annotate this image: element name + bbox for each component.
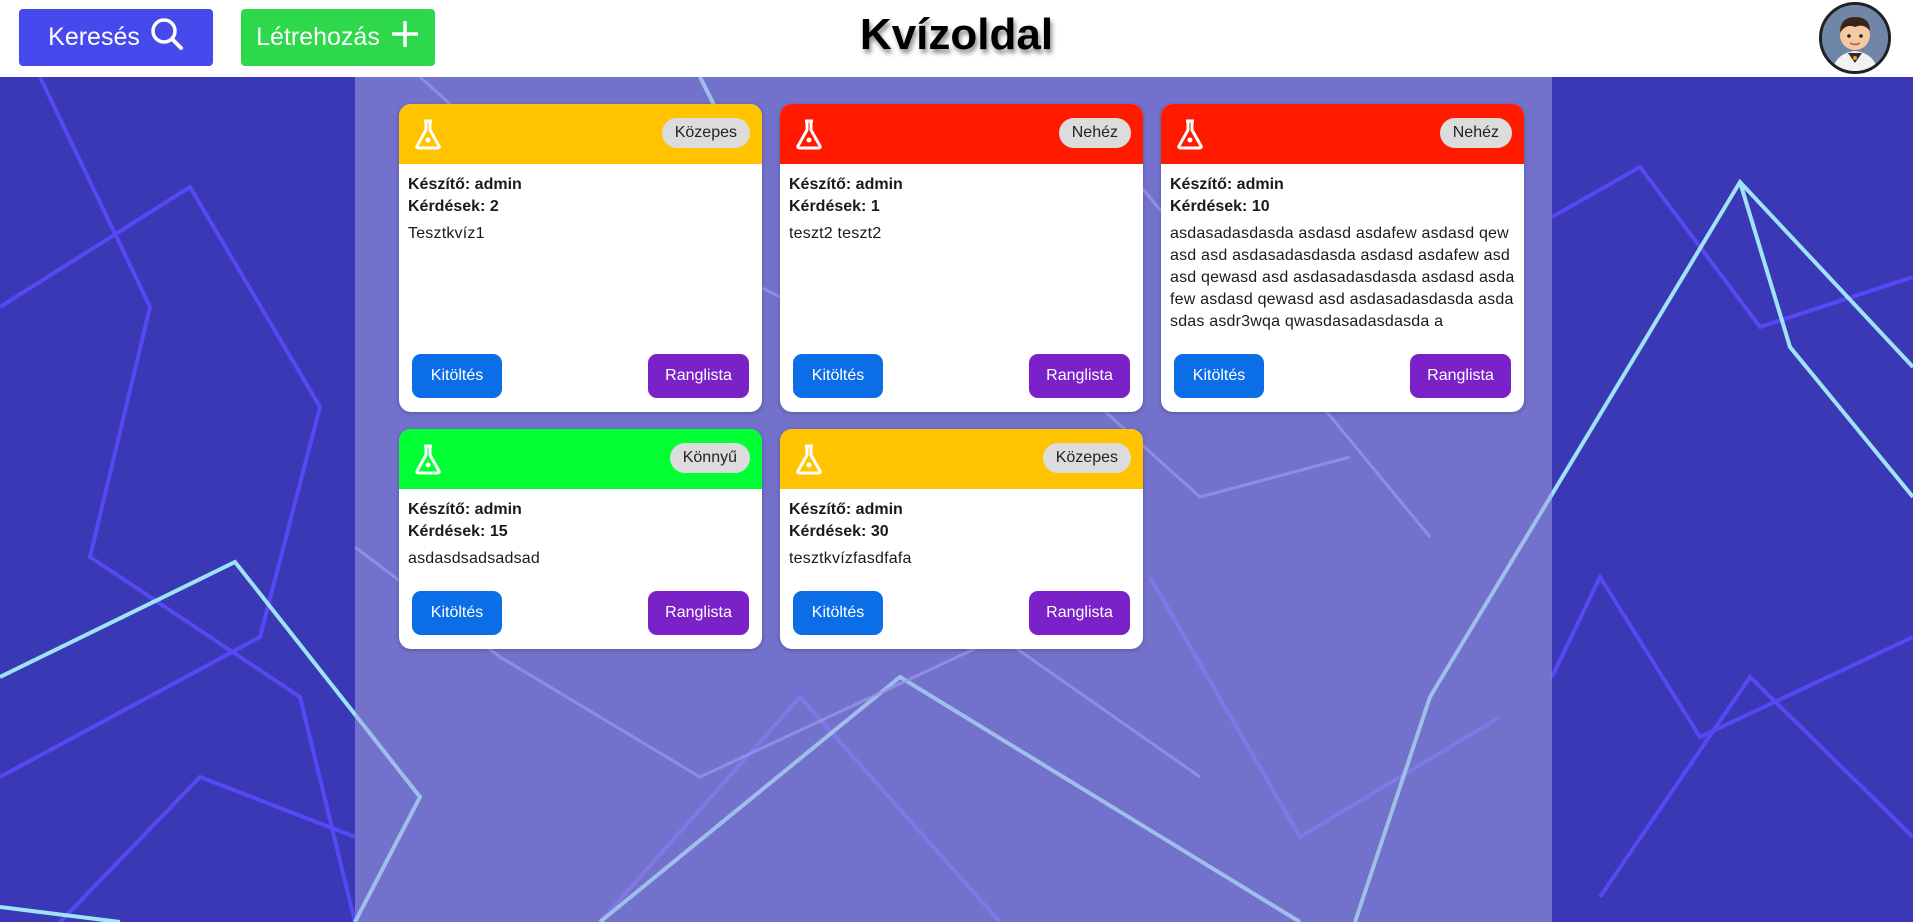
card-header: Könnyű: [399, 429, 762, 489]
card-creator: Készítő: admin: [789, 501, 903, 518]
card-body: Készítő: admin Kérdések: 10 asdasadasdas…: [1161, 164, 1524, 333]
card-body: Készítő: admin Kérdések: 30 tesztkvízfas…: [780, 489, 1143, 570]
flask-icon: [796, 119, 822, 150]
quiz-card: Nehéz Készítő: admin Kérdések: 10 asdasa…: [1161, 104, 1524, 412]
quiz-card: Közepes Készítő: admin Kérdések: 30 tesz…: [780, 429, 1143, 649]
leaderboard-button[interactable]: Ranglista: [1029, 591, 1130, 635]
card-header: Nehéz: [780, 104, 1143, 164]
plus-icon: [390, 19, 420, 56]
card-header: Közepes: [399, 104, 762, 164]
flask-icon: [415, 444, 441, 475]
card-body: Készítő: admin Kérdések: 15 asdasdsadsad…: [399, 489, 762, 570]
card-question-count: Kérdések: 1: [789, 198, 880, 215]
difficulty-badge: Nehéz: [1058, 118, 1131, 148]
card-actions: Kitöltés Ranglista: [1174, 354, 1511, 398]
difficulty-badge: Nehéz: [1439, 118, 1512, 148]
fill-quiz-button[interactable]: Kitöltés: [793, 354, 883, 398]
leaderboard-button[interactable]: Ranglista: [648, 591, 749, 635]
card-actions: Kitöltés Ranglista: [793, 354, 1130, 398]
create-button-label: Létrehozás: [256, 23, 380, 51]
difficulty-badge: Közepes: [661, 118, 750, 148]
card-body: Készítő: admin Kérdések: 1 teszt2 teszt2: [780, 164, 1143, 245]
card-actions: Kitöltés Ranglista: [412, 591, 749, 635]
difficulty-badge: Közepes: [1042, 443, 1131, 473]
card-question-count: Kérdések: 10: [1170, 198, 1270, 215]
card-description: asdasdsadsadsad: [408, 550, 540, 567]
card-description: tesztkvízfasdfafa: [789, 550, 912, 567]
quiz-card: Nehéz Készítő: admin Kérdések: 1 teszt2 …: [780, 104, 1143, 412]
card-description: asdasadasdasda asdasd asdafew asdasd qew…: [1170, 225, 1515, 330]
card-actions: Kitöltés Ranglista: [793, 591, 1130, 635]
card-question-count: Kérdések: 15: [408, 523, 508, 540]
card-creator: Készítő: admin: [408, 501, 522, 518]
card-creator: Készítő: admin: [789, 176, 903, 193]
card-actions: Kitöltés Ranglista: [412, 354, 749, 398]
leaderboard-button[interactable]: Ranglista: [648, 354, 749, 398]
search-button[interactable]: Keresés: [19, 9, 213, 66]
card-header: Nehéz: [1161, 104, 1524, 164]
difficulty-badge: Könnyű: [669, 443, 750, 473]
flask-icon: [415, 119, 441, 150]
avatar[interactable]: [1819, 2, 1891, 74]
flask-icon: [796, 444, 822, 475]
search-icon: [150, 17, 184, 58]
fill-quiz-button[interactable]: Kitöltés: [412, 591, 502, 635]
search-button-label: Keresés: [48, 23, 140, 51]
leaderboard-button[interactable]: Ranglista: [1410, 354, 1511, 398]
leaderboard-button[interactable]: Ranglista: [1029, 354, 1130, 398]
card-creator: Készítő: admin: [1170, 176, 1284, 193]
card-description: Tesztkvíz1: [408, 225, 485, 242]
card-body: Készítő: admin Kérdések: 2 Tesztkvíz1: [399, 164, 762, 245]
create-button[interactable]: Létrehozás: [241, 9, 435, 66]
user-avatar-icon: [1822, 5, 1888, 71]
card-question-count: Kérdések: 30: [789, 523, 889, 540]
flask-icon: [1177, 119, 1203, 150]
card-description: teszt2 teszt2: [789, 225, 882, 242]
quiz-card: Közepes Készítő: admin Kérdések: 2 Teszt…: [399, 104, 762, 412]
quiz-card: Könnyű Készítő: admin Kérdések: 15 asdas…: [399, 429, 762, 649]
card-question-count: Kérdések: 2: [408, 198, 499, 215]
fill-quiz-button[interactable]: Kitöltés: [793, 591, 883, 635]
card-header: Közepes: [780, 429, 1143, 489]
card-creator: Készítő: admin: [408, 176, 522, 193]
top-bar: Keresés Létrehozás Kvízoldal: [0, 0, 1913, 77]
fill-quiz-button[interactable]: Kitöltés: [1174, 354, 1264, 398]
fill-quiz-button[interactable]: Kitöltés: [412, 354, 502, 398]
